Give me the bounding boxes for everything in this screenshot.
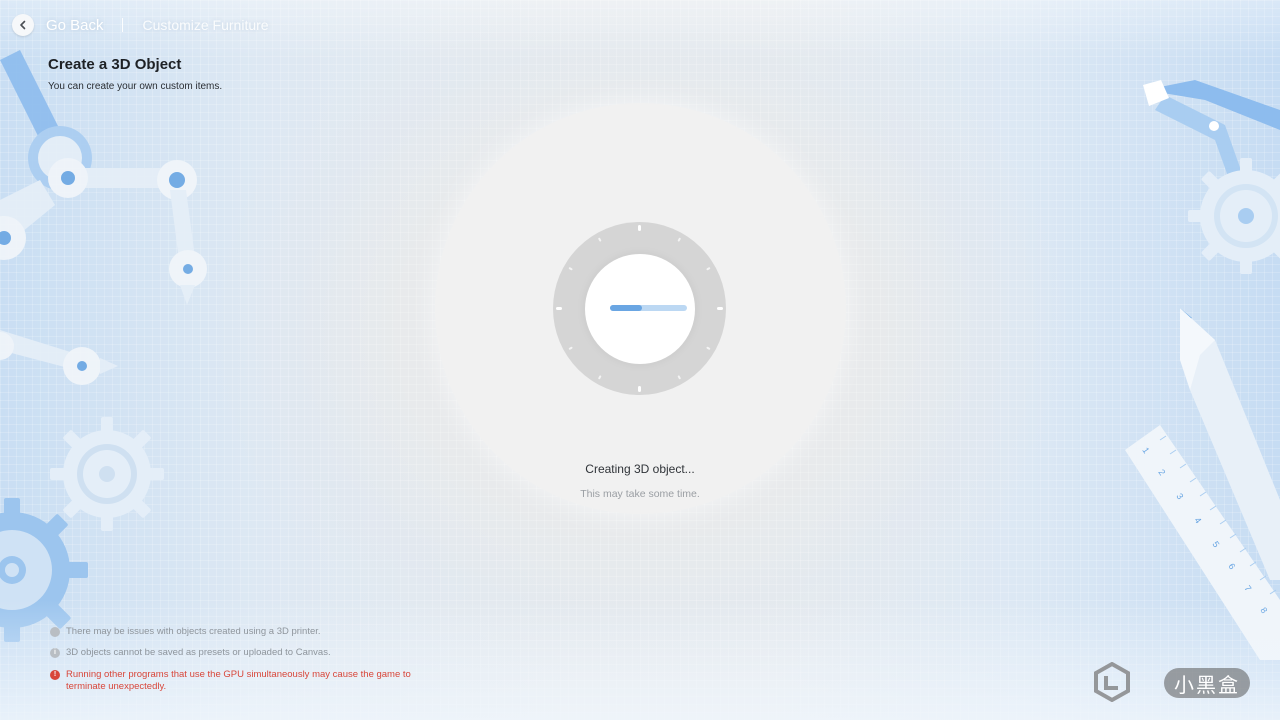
progress-fill xyxy=(610,305,643,311)
progress-bar xyxy=(610,305,687,311)
notice-text: There may be issues with objects created… xyxy=(66,626,321,637)
bottom-fade xyxy=(0,600,1280,720)
page-subtitle: You can create your own custom items. xyxy=(48,81,223,92)
back-circle[interactable] xyxy=(12,14,34,36)
chevron-left-icon xyxy=(20,20,26,30)
watermark: 小黑盒 xyxy=(1164,668,1250,698)
go-back-button[interactable]: Go Back xyxy=(12,14,104,36)
loading-status: Creating 3D object... xyxy=(585,462,695,476)
notice-presets: i 3D objects cannot be saved as presets … xyxy=(50,647,331,659)
breadcrumb-separator xyxy=(121,18,123,32)
notice-3d-printer: There may be issues with objects created… xyxy=(50,626,321,638)
info-icon xyxy=(50,627,60,637)
go-back-label[interactable]: Go Back xyxy=(46,17,104,34)
alert-icon: ! xyxy=(50,670,60,680)
notice-gpu-warning: ! Running other programs that use the GP… xyxy=(50,669,430,693)
notice-text: Running other programs that use the GPU … xyxy=(66,669,411,692)
loading-hint: This may take some time. xyxy=(580,488,700,500)
page-title: Create a 3D Object xyxy=(48,56,182,73)
notice-text: 3D objects cannot be saved as presets or… xyxy=(66,647,331,658)
info-icon: i xyxy=(50,648,60,658)
breadcrumb-customize-furniture: Customize Furniture xyxy=(142,17,269,33)
top-bar: Go Back Customize Furniture xyxy=(12,12,269,38)
